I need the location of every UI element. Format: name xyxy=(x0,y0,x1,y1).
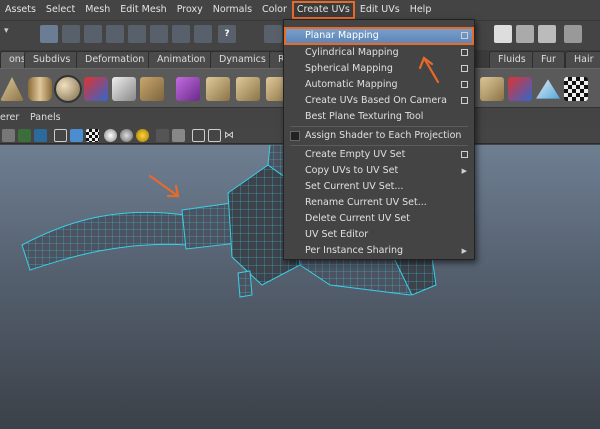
menu-normals[interactable]: Normals xyxy=(208,1,257,19)
ipr-render-icon[interactable] xyxy=(516,25,534,43)
tab-deformation[interactable]: Deformation xyxy=(76,51,154,68)
bridge-icon[interactable] xyxy=(236,77,260,101)
chevron-down-icon[interactable]: ▾ xyxy=(4,26,14,44)
uv-editor-icon[interactable] xyxy=(508,77,532,101)
tab-hair[interactable]: Hair xyxy=(565,51,600,68)
checkbox-icon[interactable] xyxy=(290,131,300,141)
smooth-icon[interactable] xyxy=(140,77,164,101)
checker-icon[interactable] xyxy=(564,77,588,101)
menu-edit-uvs[interactable]: Edit UVs xyxy=(355,1,405,19)
grid-snap-icon[interactable] xyxy=(150,25,168,43)
menu-help[interactable]: Help xyxy=(405,1,437,19)
plane-snap-icon[interactable] xyxy=(194,25,212,43)
camera-attributes-icon[interactable] xyxy=(2,129,15,142)
uv-map-icon[interactable] xyxy=(480,77,504,101)
menu-item-set-current-uv-set[interactable]: Set Current UV Set... xyxy=(285,179,473,195)
menu-separator xyxy=(290,145,468,146)
render-settings-icon[interactable] xyxy=(538,25,556,43)
tab-dynamics[interactable]: Dynamics xyxy=(210,51,275,68)
menu-separator xyxy=(290,126,468,127)
option-box-icon[interactable] xyxy=(461,49,468,56)
help-icon[interactable]: ? xyxy=(218,25,236,43)
submenu-arrow-icon: ▶ xyxy=(461,167,467,175)
menu-item-copy-uvs[interactable]: Copy UVs to UV Set ▶ xyxy=(285,163,473,179)
option-box-icon[interactable] xyxy=(461,65,468,72)
default-light-icon[interactable] xyxy=(104,129,117,142)
xray-components-icon[interactable] xyxy=(208,129,221,142)
menu-item-spherical-mapping[interactable]: Spherical Mapping xyxy=(285,61,473,77)
menu-color[interactable]: Color xyxy=(257,1,292,19)
menu-mesh[interactable]: Mesh xyxy=(80,1,115,19)
xray-icon[interactable] xyxy=(172,129,185,142)
combine-icon[interactable] xyxy=(84,77,108,101)
menu-panels[interactable]: Panels xyxy=(30,112,61,123)
menu-item-planar-mapping[interactable]: Planar Mapping xyxy=(284,27,474,45)
share-icon[interactable]: ⋈ xyxy=(224,129,237,142)
point-snap-icon[interactable] xyxy=(172,25,190,43)
shadows-icon[interactable] xyxy=(136,129,149,142)
isolate-icon[interactable] xyxy=(156,129,169,142)
textured-icon[interactable] xyxy=(86,129,99,142)
create-uvs-dropdown: Planar Mapping Cylindrical Mapping Spher… xyxy=(283,19,475,260)
wireframe-cube-icon[interactable] xyxy=(54,129,67,142)
menu-proxy[interactable]: Proxy xyxy=(172,1,208,19)
menu-bar: Assets Select Mesh Edit Mesh Proxy Norma… xyxy=(0,0,600,20)
pyramid-icon[interactable] xyxy=(0,77,24,101)
separate-icon[interactable] xyxy=(112,77,136,101)
option-box-icon[interactable] xyxy=(461,151,468,158)
menu-item-per-instance-sharing[interactable]: Per Instance Sharing ▶ xyxy=(285,243,473,259)
lock-icon[interactable] xyxy=(244,25,262,43)
edge-snap-icon[interactable] xyxy=(106,25,124,43)
menu-item-best-plane-texturing[interactable]: Best Plane Texturing Tool xyxy=(285,109,473,125)
menu-select[interactable]: Select xyxy=(41,1,80,19)
menu-item-create-uvs-camera[interactable]: Create UVs Based On Camera xyxy=(285,93,473,109)
resolution-gate-icon[interactable] xyxy=(34,129,47,142)
cube-icon[interactable] xyxy=(176,77,200,101)
menu-item-cylindrical-mapping[interactable]: Cylindrical Mapping xyxy=(285,45,473,61)
all-lights-icon[interactable] xyxy=(120,129,133,142)
menu-item-rename-uv-set[interactable]: Rename Current UV Set... xyxy=(285,195,473,211)
move-icon[interactable] xyxy=(40,25,58,43)
smooth-shade-icon[interactable] xyxy=(70,129,83,142)
menu-create-uvs[interactable]: Create UVs xyxy=(291,1,355,19)
menu-item-automatic-mapping[interactable]: Automatic Mapping xyxy=(285,77,473,93)
menu-edit-mesh[interactable]: Edit Mesh xyxy=(115,1,171,19)
menu-item-create-empty-uv-set[interactable]: Create Empty UV Set xyxy=(285,147,473,163)
menu-item-assign-shader[interactable]: Assign Shader to Each Projection xyxy=(285,128,473,144)
menu-item-delete-uv-set[interactable]: Delete Current UV Set xyxy=(285,211,473,227)
option-box-icon[interactable] xyxy=(461,32,468,39)
vertex-mode-icon[interactable] xyxy=(62,25,80,43)
sphere-icon[interactable] xyxy=(54,75,82,103)
cone-icon[interactable] xyxy=(536,79,560,99)
extrude-icon[interactable] xyxy=(206,77,230,101)
option-box-icon[interactable] xyxy=(461,97,468,104)
menu-assets[interactable]: Assets xyxy=(0,1,41,19)
xray-joints-icon[interactable] xyxy=(192,129,205,142)
curve-snap-icon[interactable] xyxy=(84,25,102,43)
menu-item-uv-set-editor[interactable]: UV Set Editor xyxy=(285,227,473,243)
render-icon[interactable] xyxy=(264,25,282,43)
menu-renderer[interactable]: erer xyxy=(0,112,19,123)
tab-subdivs[interactable]: Subdivs xyxy=(24,51,80,68)
option-box-icon[interactable] xyxy=(461,81,468,88)
render-view-icon[interactable] xyxy=(494,25,512,43)
tab-fluids[interactable]: Fluids xyxy=(489,51,535,68)
submenu-arrow-icon: ▶ xyxy=(461,247,467,255)
tab-fur[interactable]: Fur xyxy=(532,51,565,68)
film-gate-icon[interactable] xyxy=(18,129,31,142)
cylinder-icon[interactable] xyxy=(28,77,52,101)
hypershade-icon[interactable] xyxy=(564,25,582,43)
face-snap-icon[interactable] xyxy=(128,25,146,43)
tab-animation[interactable]: Animation xyxy=(148,51,215,68)
